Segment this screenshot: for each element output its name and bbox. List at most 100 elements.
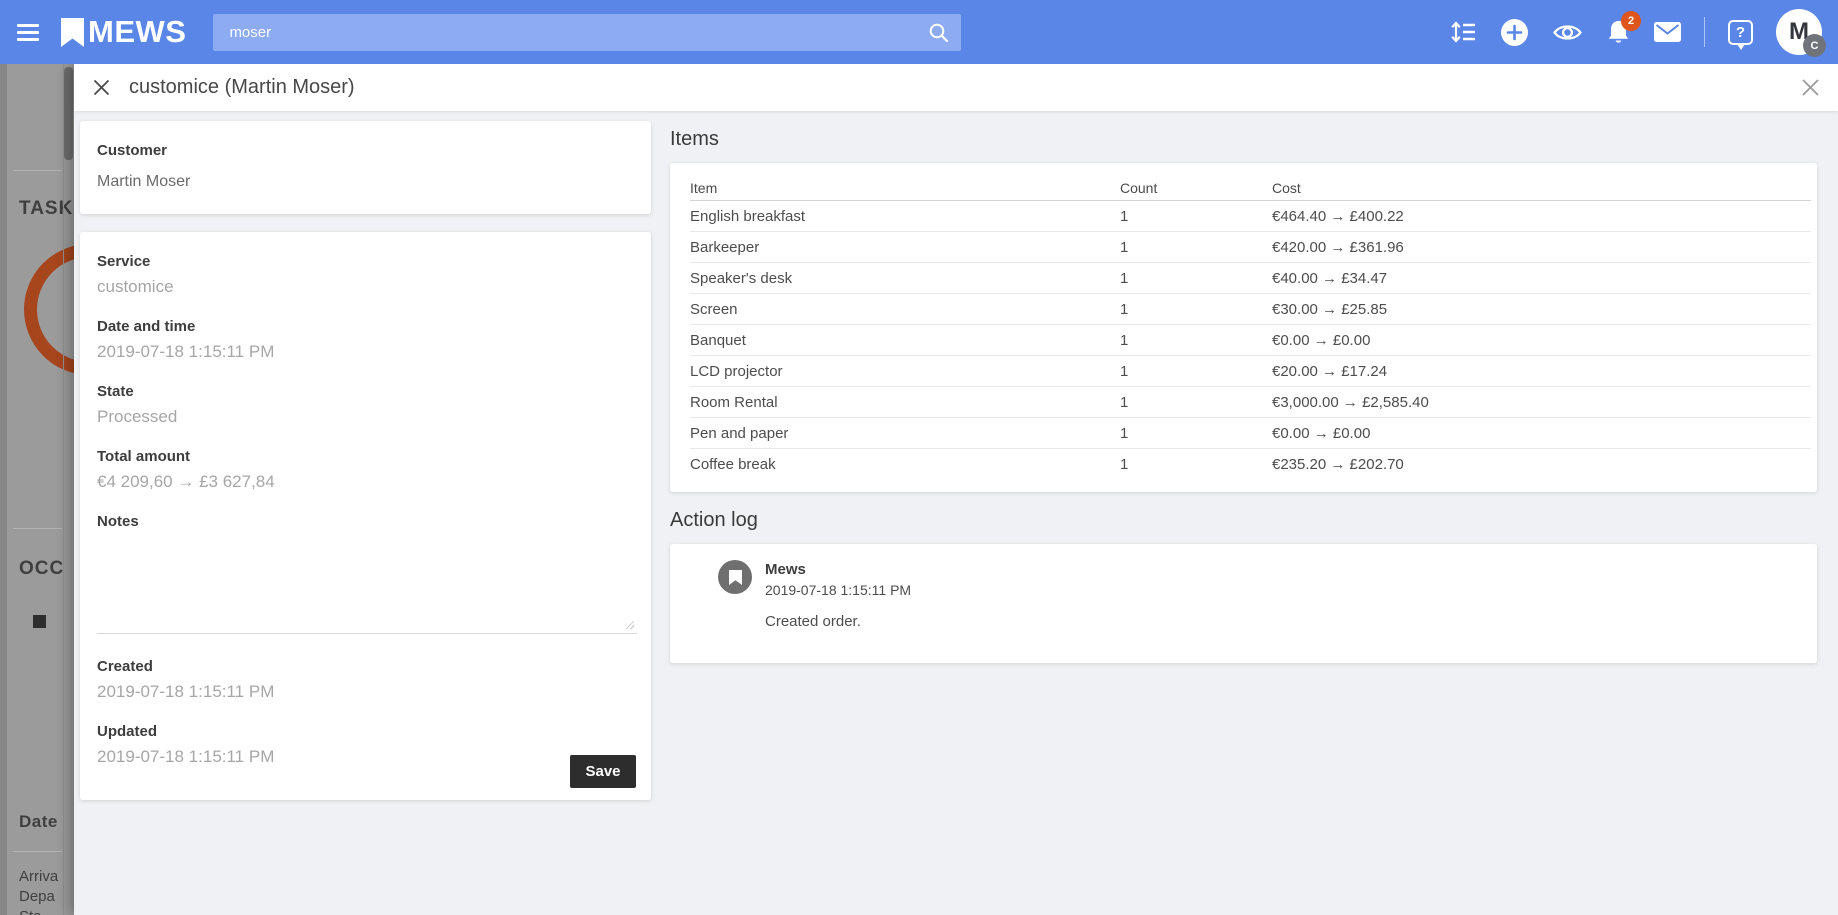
order-detail-card: Service customice Date and time 2019-07-… (80, 232, 651, 800)
background-date-label: Date (19, 812, 58, 832)
total-amount-value: €4 209,60 → £3 627,84 (97, 472, 636, 492)
item-cost: €235.20 → £202.70 (1272, 456, 1811, 473)
state-field: State Processed (97, 383, 636, 427)
table-row[interactable]: Banquet 1 €0.00 → £0.00 (690, 325, 1811, 356)
table-row[interactable]: Pen and paper 1 €0.00 → £0.00 (690, 418, 1811, 449)
background-legend-swatch (33, 615, 46, 628)
mews-system-avatar (718, 560, 752, 594)
modal-body: Customer Martin Moser Service customice … (74, 111, 1838, 915)
item-cost: €0.00 → £0.00 (1272, 425, 1811, 442)
order-summary-column: Customer Martin Moser Service customice … (80, 121, 651, 800)
item-count: 1 (1120, 208, 1272, 225)
customer-label: Customer (97, 142, 634, 159)
background-divider (13, 851, 62, 852)
item-cost: €0.00 → £0.00 (1272, 332, 1811, 349)
search-input[interactable] (213, 14, 961, 51)
customer-name: Martin Moser (97, 173, 634, 191)
background-occupancy-heading: OCC (19, 558, 64, 580)
total-amount-label: Total amount (97, 448, 636, 465)
state-label: State (97, 383, 636, 400)
log-entry: Mews 2019-07-18 1:15:11 PM Created order… (765, 560, 911, 630)
items-heading: Items (670, 128, 1817, 151)
background-divider (13, 170, 62, 171)
table-row[interactable]: LCD projector 1 €20.00 → £17.24 (690, 356, 1811, 387)
total-amount-field: Total amount €4 209,60 → £3 627,84 (97, 448, 636, 492)
table-row[interactable]: Room Rental 1 €3,000.00 → £2,585.40 (690, 387, 1811, 418)
notification-badge: 2 (1621, 11, 1641, 31)
background-sidebar-edge (0, 64, 7, 915)
service-value: customice (97, 277, 636, 297)
close-icon-secondary[interactable] (1801, 78, 1820, 97)
column-header-item: Item (690, 180, 1120, 196)
topbar: MEWS 2 (0, 0, 1838, 64)
date-time-field: Date and time 2019-07-18 1:15:11 PM (97, 318, 636, 362)
item-name: Pen and paper (690, 425, 1120, 442)
item-name: Room Rental (690, 394, 1120, 411)
add-icon[interactable] (1500, 18, 1529, 47)
item-name: LCD projector (690, 363, 1120, 380)
item-count: 1 (1120, 394, 1272, 411)
mews-logo[interactable]: MEWS (61, 14, 186, 50)
created-field: Created 2019-07-18 1:15:11 PM (97, 658, 636, 702)
service-field: Service customice (97, 253, 636, 297)
eye-icon[interactable] (1552, 21, 1583, 44)
item-count: 1 (1120, 456, 1272, 473)
item-count: 1 (1120, 425, 1272, 442)
item-count: 1 (1120, 270, 1272, 287)
action-log-heading: Action log (670, 509, 1817, 532)
item-cost: €420.00 → £361.96 (1272, 239, 1811, 256)
item-cost: €20.00 → £17.24 (1272, 363, 1811, 380)
service-label: Service (97, 253, 636, 270)
log-author: Mews (765, 561, 911, 578)
updated-label: Updated (97, 723, 636, 740)
mews-logo-text: MEWS (88, 14, 186, 50)
menu-icon[interactable] (17, 24, 39, 41)
help-icon[interactable]: ? (1728, 20, 1753, 45)
item-cost: €30.00 → £25.85 (1272, 301, 1811, 318)
item-name: Banquet (690, 332, 1120, 349)
created-label: Created (97, 658, 636, 675)
background-row-stays: Sta (19, 908, 42, 915)
notes-label: Notes (97, 513, 636, 530)
notifications-icon[interactable]: 2 (1606, 19, 1631, 46)
table-row[interactable]: Barkeeper 1 €420.00 → £361.96 (690, 232, 1811, 263)
item-cost: €464.40 → £400.22 (1272, 208, 1811, 225)
items-table-header: Item Count Cost (690, 175, 1811, 201)
updated-field: Updated 2019-07-18 1:15:11 PM (97, 723, 636, 767)
line-spacing-icon[interactable] (1450, 20, 1477, 44)
notes-textarea[interactable] (97, 538, 637, 634)
items-table-card: Item Count Cost English breakfast 1 €464… (670, 163, 1817, 492)
background-row-arrivals: Arriva (19, 868, 58, 885)
table-row[interactable]: Coffee break 1 €235.20 → £202.70 (690, 449, 1811, 480)
global-search (213, 14, 961, 51)
updated-value: 2019-07-18 1:15:11 PM (97, 747, 636, 767)
table-row[interactable]: Screen 1 €30.00 → £25.85 (690, 294, 1811, 325)
table-row[interactable]: English breakfast 1 €464.40 → £400.22 (690, 201, 1811, 232)
close-icon[interactable] (93, 79, 110, 96)
background-row-departures: Depa (19, 888, 55, 905)
column-header-count: Count (1120, 180, 1272, 196)
item-count: 1 (1120, 301, 1272, 318)
modal-header: customice (Martin Moser) (74, 64, 1838, 111)
mail-icon[interactable] (1654, 22, 1681, 42)
user-avatar[interactable]: M C (1776, 9, 1822, 55)
table-row[interactable]: Speaker's desk 1 €40.00 → £34.47 (690, 263, 1811, 294)
mews-bookmark-icon (729, 570, 742, 585)
item-name: Coffee break (690, 456, 1120, 473)
item-name: Speaker's desk (690, 270, 1120, 287)
log-message: Created order. (765, 613, 911, 630)
topbar-divider (1704, 17, 1705, 47)
action-log-card: Mews 2019-07-18 1:15:11 PM Created order… (670, 544, 1817, 663)
save-button[interactable]: Save (570, 755, 636, 788)
background-scrollbar-thumb[interactable] (64, 67, 73, 160)
item-count: 1 (1120, 363, 1272, 380)
created-value: 2019-07-18 1:15:11 PM (97, 682, 636, 702)
item-name: Barkeeper (690, 239, 1120, 256)
log-timestamp: 2019-07-18 1:15:11 PM (765, 582, 911, 598)
column-header-cost: Cost (1272, 180, 1811, 196)
item-count: 1 (1120, 332, 1272, 349)
avatar-currency-badge: C (1803, 34, 1826, 57)
search-icon[interactable] (928, 22, 949, 48)
item-name: English breakfast (690, 208, 1120, 225)
customer-card: Customer Martin Moser (80, 121, 651, 214)
